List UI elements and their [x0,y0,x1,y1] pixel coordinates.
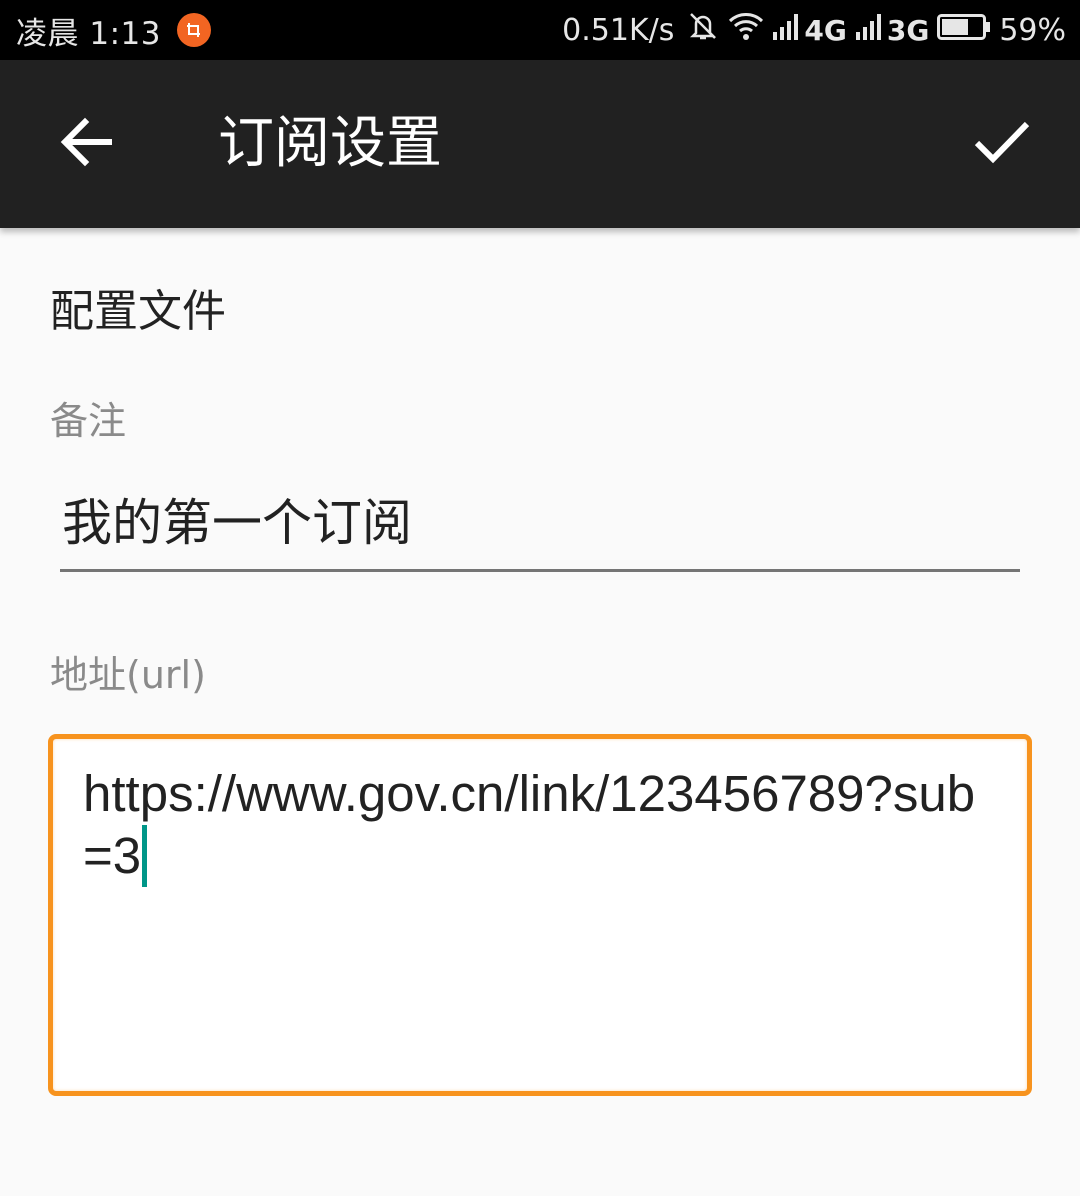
page-title: 订阅设置 [218,111,442,176]
wifi-icon [728,11,764,49]
app-bar: 订阅设置 [0,60,1080,228]
battery-icon [937,12,991,48]
note-label: 备注 [50,399,127,443]
network-type-1: 4G [804,13,847,47]
app-notification-icon [176,13,211,47]
signal-icon [855,12,885,48]
signal-icon [772,12,802,48]
note-input[interactable]: 我的第一个订阅 [60,486,1020,572]
confirm-button[interactable] [960,102,1044,186]
url-value: https://www.gov.cn/link/123456789?sub=3 [83,765,976,884]
status-bar: 凌晨 1:13 0.51K/s 4G 3G 59% [0,0,1080,60]
battery-percent: 59% [999,12,1066,48]
section-title: 配置文件 [50,286,226,337]
back-button[interactable] [44,102,128,186]
status-time: 凌晨 1:13 [16,15,161,52]
url-label: 地址(url) [50,653,206,697]
arrow-left-icon [59,117,113,171]
text-caret [142,825,148,887]
url-input[interactable]: https://www.gov.cn/link/123456789?sub=3 [48,734,1032,1096]
network-speed: 0.51K/s [562,12,675,48]
check-icon [973,119,1031,169]
bell-off-icon [686,9,720,51]
network-type-2: 3G [886,13,930,47]
